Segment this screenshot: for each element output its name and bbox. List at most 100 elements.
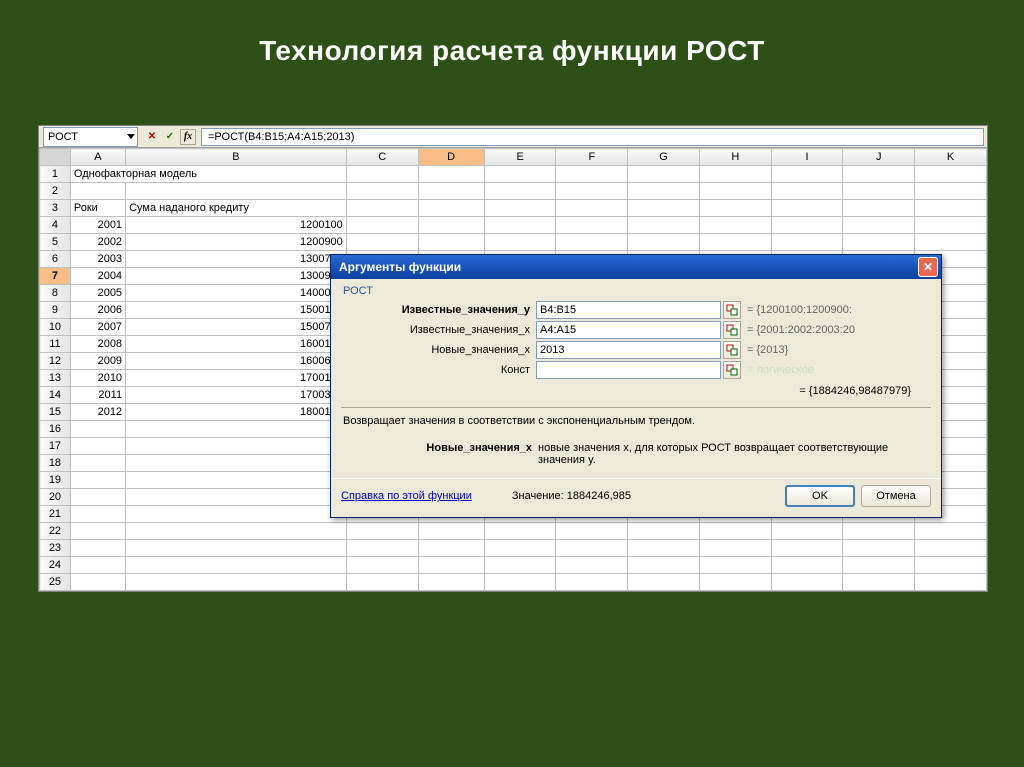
- cell-A6[interactable]: 2003: [70, 251, 125, 268]
- cell-J24[interactable]: [843, 557, 915, 574]
- row-header-15[interactable]: 15: [40, 404, 71, 421]
- cell-I1[interactable]: [771, 166, 843, 183]
- row-header-12[interactable]: 12: [40, 353, 71, 370]
- col-header-A[interactable]: A: [70, 149, 125, 166]
- cell-I22[interactable]: [771, 523, 843, 540]
- cell-F24[interactable]: [556, 557, 628, 574]
- cell-C2[interactable]: [346, 183, 418, 200]
- row-header-24[interactable]: 24: [40, 557, 71, 574]
- cell-A11[interactable]: 2008: [70, 336, 125, 353]
- col-header-J[interactable]: J: [843, 149, 915, 166]
- dialog-titlebar[interactable]: Аргументы функции ✕: [331, 255, 941, 279]
- col-header-F[interactable]: F: [556, 149, 628, 166]
- row-header-4[interactable]: 4: [40, 217, 71, 234]
- cell-E23[interactable]: [484, 540, 556, 557]
- cell-E2[interactable]: [484, 183, 556, 200]
- cell-A2[interactable]: [70, 183, 125, 200]
- cell-H4[interactable]: [699, 217, 771, 234]
- cell-J1[interactable]: [843, 166, 915, 183]
- cell-E25[interactable]: [484, 574, 556, 591]
- row-header-6[interactable]: 6: [40, 251, 71, 268]
- row-header-3[interactable]: 3: [40, 200, 71, 217]
- cell-B9[interactable]: 1500100: [126, 302, 347, 319]
- cell-D3[interactable]: [418, 200, 484, 217]
- fx-button[interactable]: fx: [180, 129, 196, 145]
- col-header-H[interactable]: H: [699, 149, 771, 166]
- cell-B3[interactable]: Сума наданого кредиту: [126, 200, 347, 217]
- row-header-20[interactable]: 20: [40, 489, 71, 506]
- cell-E1[interactable]: [484, 166, 556, 183]
- cell-J3[interactable]: [843, 200, 915, 217]
- cell-F5[interactable]: [556, 234, 628, 251]
- cell-I23[interactable]: [771, 540, 843, 557]
- cell-B17[interactable]: [126, 438, 347, 455]
- cell-J25[interactable]: [843, 574, 915, 591]
- cell-G22[interactable]: [628, 523, 700, 540]
- select-all-cell[interactable]: [40, 149, 71, 166]
- help-link[interactable]: Справка по этой функции: [341, 490, 472, 502]
- cell-B6[interactable]: 1300700: [126, 251, 347, 268]
- row-header-25[interactable]: 25: [40, 574, 71, 591]
- cell-F23[interactable]: [556, 540, 628, 557]
- cell-B24[interactable]: [126, 557, 347, 574]
- cell-B14[interactable]: 1700300: [126, 387, 347, 404]
- cell-D23[interactable]: [418, 540, 484, 557]
- row-header-18[interactable]: 18: [40, 455, 71, 472]
- cell-A8[interactable]: 2005: [70, 285, 125, 302]
- cell-J5[interactable]: [843, 234, 915, 251]
- cell-H25[interactable]: [699, 574, 771, 591]
- enter-formula-icon[interactable]: ✓: [162, 129, 178, 145]
- cell-B2[interactable]: [126, 183, 347, 200]
- cell-K5[interactable]: [915, 234, 987, 251]
- row-header-19[interactable]: 19: [40, 472, 71, 489]
- cell-A1[interactable]: Однофакторная модель: [70, 166, 346, 183]
- row-header-2[interactable]: 2: [40, 183, 71, 200]
- cell-K25[interactable]: [915, 574, 987, 591]
- cell-E22[interactable]: [484, 523, 556, 540]
- cell-A5[interactable]: 2002: [70, 234, 125, 251]
- cell-A15[interactable]: 2012: [70, 404, 125, 421]
- range-selector-button[interactable]: [723, 301, 741, 319]
- cell-K2[interactable]: [915, 183, 987, 200]
- col-header-G[interactable]: G: [628, 149, 700, 166]
- range-selector-button[interactable]: [723, 341, 741, 359]
- cell-A10[interactable]: 2007: [70, 319, 125, 336]
- cell-J22[interactable]: [843, 523, 915, 540]
- cell-A17[interactable]: [70, 438, 125, 455]
- cell-G2[interactable]: [628, 183, 700, 200]
- cell-I3[interactable]: [771, 200, 843, 217]
- row-header-5[interactable]: 5: [40, 234, 71, 251]
- cell-B5[interactable]: 1200900: [126, 234, 347, 251]
- cell-A3[interactable]: Роки: [70, 200, 125, 217]
- cell-A13[interactable]: 2010: [70, 370, 125, 387]
- cell-D5[interactable]: [418, 234, 484, 251]
- cell-B12[interactable]: 1600600: [126, 353, 347, 370]
- cell-J23[interactable]: [843, 540, 915, 557]
- cell-B20[interactable]: [126, 489, 347, 506]
- cell-H24[interactable]: [699, 557, 771, 574]
- cell-C25[interactable]: [346, 574, 418, 591]
- cell-A23[interactable]: [70, 540, 125, 557]
- cell-H2[interactable]: [699, 183, 771, 200]
- cell-C1[interactable]: [346, 166, 418, 183]
- cell-D25[interactable]: [418, 574, 484, 591]
- cell-A21[interactable]: [70, 506, 125, 523]
- row-header-16[interactable]: 16: [40, 421, 71, 438]
- cell-K3[interactable]: [915, 200, 987, 217]
- cell-I25[interactable]: [771, 574, 843, 591]
- cell-B22[interactable]: [126, 523, 347, 540]
- cell-G1[interactable]: [628, 166, 700, 183]
- cell-J2[interactable]: [843, 183, 915, 200]
- cell-G24[interactable]: [628, 557, 700, 574]
- cell-A12[interactable]: 2009: [70, 353, 125, 370]
- cell-I5[interactable]: [771, 234, 843, 251]
- col-header-D[interactable]: D: [418, 149, 484, 166]
- cell-A14[interactable]: 2011: [70, 387, 125, 404]
- col-header-E[interactable]: E: [484, 149, 556, 166]
- cell-B15[interactable]: 1800100: [126, 404, 347, 421]
- close-button[interactable]: ✕: [918, 257, 938, 277]
- cell-I24[interactable]: [771, 557, 843, 574]
- cell-K4[interactable]: [915, 217, 987, 234]
- cell-C22[interactable]: [346, 523, 418, 540]
- cell-G23[interactable]: [628, 540, 700, 557]
